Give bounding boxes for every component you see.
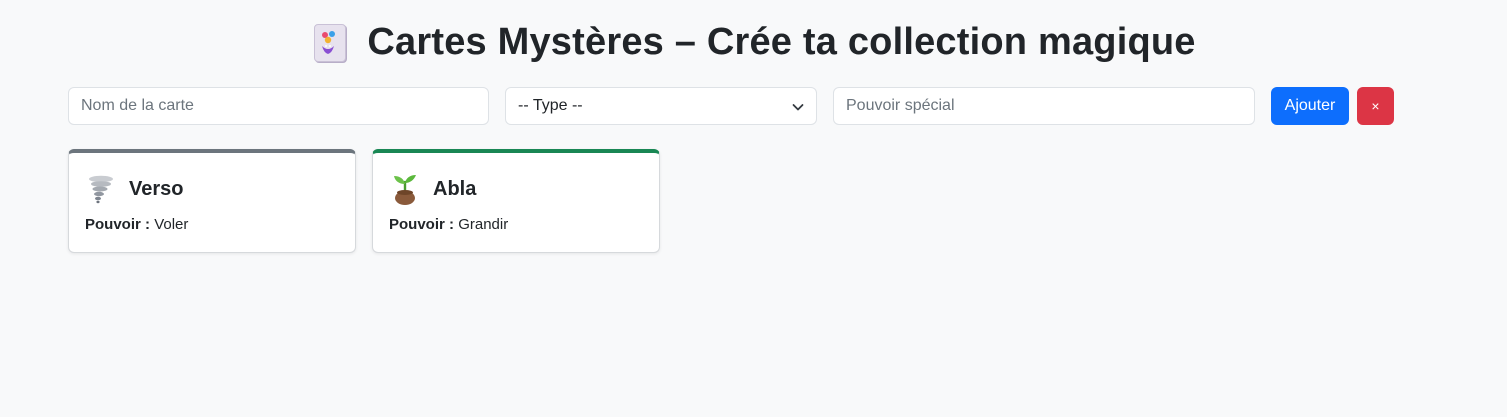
page-title: Cartes Mystères – Crée ta collection mag… bbox=[367, 20, 1196, 63]
page-header: Cartes Mystères – Crée ta collection mag… bbox=[0, 16, 1507, 68]
tornado-icon bbox=[85, 173, 117, 205]
card-title: Verso bbox=[129, 177, 184, 200]
card-item: Abla Pouvoir : Grandir bbox=[372, 149, 660, 253]
card-name-input[interactable] bbox=[68, 87, 489, 125]
card-item: Verso Pouvoir : Voler bbox=[68, 149, 356, 253]
joker-card-icon bbox=[311, 22, 347, 62]
card-title: Abla bbox=[433, 177, 477, 200]
card-power: Pouvoir : Voler bbox=[85, 216, 188, 233]
card-power-label: Pouvoir : bbox=[389, 216, 455, 233]
add-card-button[interactable]: Ajouter bbox=[1271, 87, 1349, 125]
card-type-select[interactable]: -- Type -- bbox=[505, 87, 817, 125]
card-power: Pouvoir : Grandir bbox=[389, 216, 508, 233]
clear-button[interactable]: × bbox=[1357, 87, 1394, 125]
chevron-down-icon bbox=[792, 100, 804, 112]
seedling-icon bbox=[389, 173, 421, 205]
card-power-label: Pouvoir : bbox=[85, 216, 151, 233]
special-power-input[interactable] bbox=[833, 87, 1255, 125]
card-power-value: Grandir bbox=[458, 216, 509, 233]
card-power-value: Voler bbox=[154, 216, 189, 233]
card-type-selected-value: -- Type -- bbox=[518, 97, 583, 114]
